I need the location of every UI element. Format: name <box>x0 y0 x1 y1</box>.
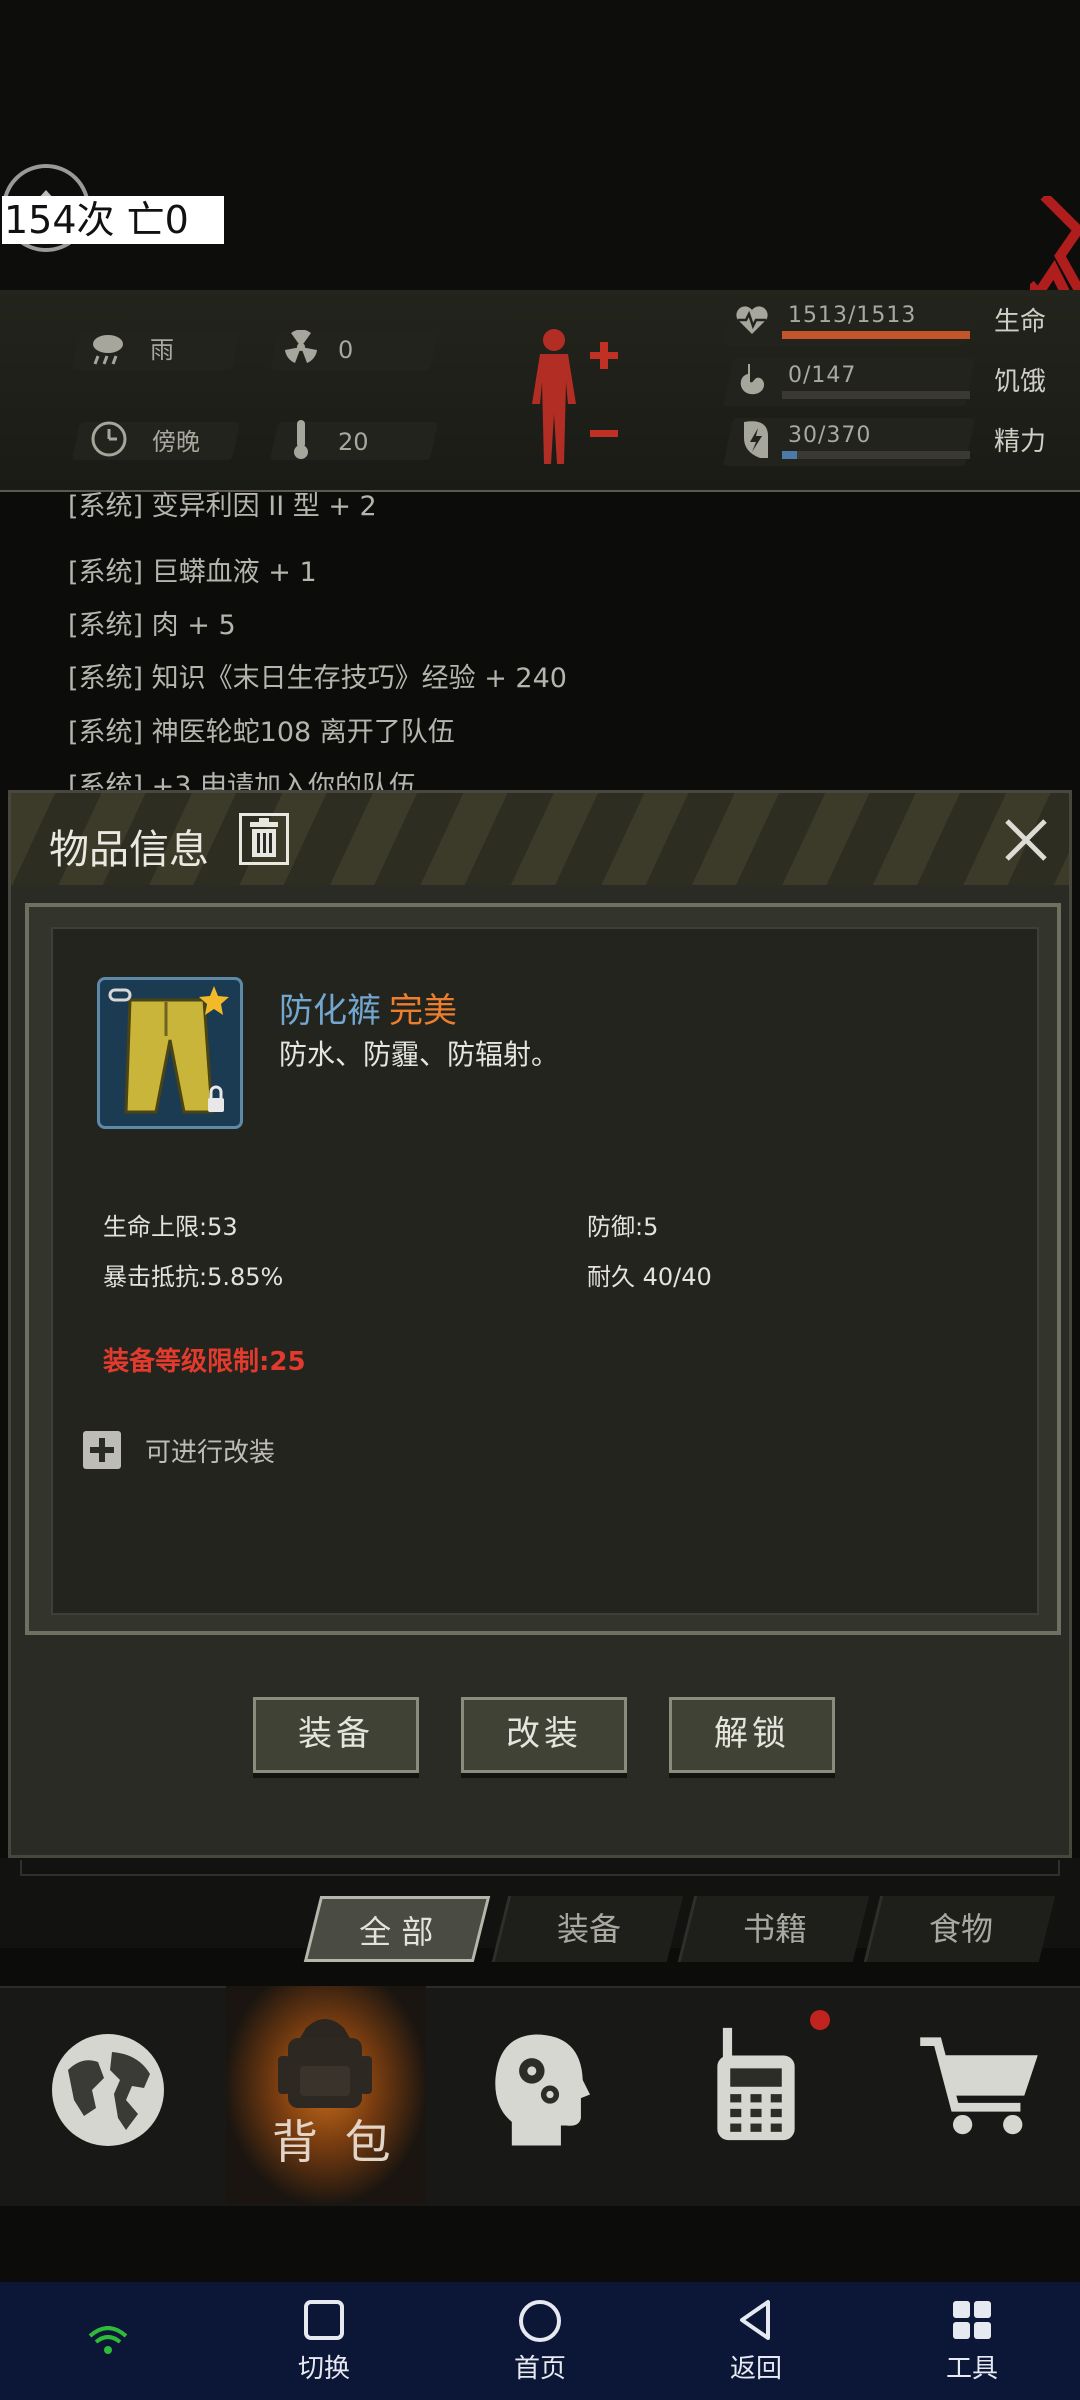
nav-shop[interactable] <box>864 1986 1080 2204</box>
nav-skills[interactable] <box>432 1986 642 2204</box>
weather-label: 雨 <box>150 336 174 364</box>
vital-bar-fill <box>782 331 970 339</box>
stat-durability: 耐久 40/40 <box>587 1263 712 1291</box>
equip-button[interactable]: 装备 <box>253 1697 419 1773</box>
rain-cloud-icon <box>93 335 123 365</box>
walkie-talkie-icon <box>717 2027 795 2141</box>
heartbeat-icon <box>736 306 768 334</box>
wifi-icon <box>88 2326 128 2354</box>
vital-hunger-value: 0/147 <box>788 363 857 388</box>
radiation-value: 0 <box>338 336 354 364</box>
tab-books-label: 书籍 <box>742 1910 807 1948</box>
tab-food[interactable]: 食物 <box>863 1896 1056 1962</box>
modify-hint: 可进行改装 <box>145 1438 276 1468</box>
radiation-icon <box>285 330 317 363</box>
stat-defense: 防御:5 <box>587 1213 659 1241</box>
stomach-icon <box>740 364 765 395</box>
tools-label: 工具 <box>945 2354 998 2384</box>
message-log[interactable]: [系统] 变异利因 II 型 + 2 [系统] 巨蟒血液 + 1 [系统] 肉 … <box>0 490 1080 790</box>
tools-button[interactable]: 工具 <box>912 2298 1032 2390</box>
log-line: [系统] 巨蟒血液 + 1 <box>68 557 317 588</box>
stat-hp-max: 生命上限:53 <box>103 1213 238 1241</box>
trash-icon <box>250 818 278 857</box>
vital-energy-track <box>782 451 970 459</box>
head-gears-icon <box>495 2034 590 2146</box>
thermometer-icon <box>294 420 308 459</box>
clock-icon <box>91 421 127 457</box>
nav-backpack[interactable]: 背 包 <box>226 1986 426 2204</box>
vital-bar-fill <box>782 451 798 459</box>
globe-icon <box>52 2034 164 2146</box>
log-line: [系统] 知识《末日生存技巧》经验 + 240 <box>68 663 567 694</box>
tab-food-label: 食物 <box>928 1910 993 1948</box>
item-card: 防化裤 完美 防水、防霾、防辐射。 生命上限:53 防御:5 暴击抵抗:5.85%… <box>25 903 1061 1635</box>
item-info-dialog: 物品信息 防化裤 完美 防水、防霾、防辐射。 生命上限:53 防御:5 暴击抵抗… <box>8 790 1072 1858</box>
item-quality: 完美 <box>389 991 457 1031</box>
vital-energy-value: 30/370 <box>788 423 872 448</box>
notification-dot <box>810 2010 830 2030</box>
energy-icon <box>744 421 768 458</box>
log-line: [系统] 变异利因 II 型 + 2 <box>68 491 377 522</box>
nav-world-map[interactable] <box>0 1986 220 2204</box>
back-label: 返回 <box>729 2354 782 2384</box>
item-name: 防化裤 <box>279 991 381 1031</box>
unlock-button[interactable]: 解锁 <box>669 1697 835 1773</box>
vital-energy-label: 精力 <box>994 427 1047 457</box>
tab-books[interactable]: 书籍 <box>677 1896 870 1962</box>
switch-label: 切换 <box>297 2354 350 2384</box>
square-icon <box>304 2300 344 2340</box>
stat-crit-resist: 暴击抵抗:5.85% <box>103 1263 284 1291</box>
time-of-day-label: 傍晚 <box>152 428 200 456</box>
log-line: [系统] +3 申请加入你的队伍 <box>68 771 417 790</box>
item-card-inner: 防化裤 完美 防水、防霾、防辐射。 生命上限:53 防御:5 暴击抵抗:5.85%… <box>51 927 1039 1615</box>
nav-radio[interactable] <box>648 1986 858 2204</box>
modify-plus-icon[interactable] <box>83 1431 121 1469</box>
vital-hp-label: 生命 <box>994 307 1047 337</box>
inventory-grid-edge <box>20 1860 1060 1876</box>
backpack-icon <box>278 2019 372 2108</box>
log-line: [系统] 神医轮蛇108 离开了队伍 <box>68 717 455 748</box>
item-name-line: 防化裤 完美 <box>279 983 457 1032</box>
pants-icon <box>108 986 229 1114</box>
plus-icon <box>90 1438 114 1462</box>
item-description: 防水、防霾、防辐射。 <box>279 1038 560 1071</box>
tab-all-label: 全 部 <box>359 1913 434 1951</box>
close-icon[interactable] <box>1001 815 1051 865</box>
back-button[interactable]: 返回 <box>696 2298 816 2390</box>
dialog-title: 物品信息 <box>49 827 209 873</box>
temperature-value: 20 <box>338 428 369 456</box>
switch-button[interactable]: 切换 <box>264 2298 384 2390</box>
discard-button[interactable] <box>239 813 289 865</box>
equip-level-limit: 装备等级限制:25 <box>103 1347 306 1377</box>
vital-hunger-track <box>782 391 970 399</box>
vital-hunger-label: 饥饿 <box>994 367 1047 397</box>
tab-equipment[interactable]: 装备 <box>491 1896 684 1962</box>
grid-icon <box>953 2301 991 2339</box>
vital-hp-track <box>782 331 970 339</box>
circle-home-icon <box>519 2300 561 2342</box>
vital-hp-value: 1513/1513 <box>788 303 917 328</box>
home-label: 首页 <box>513 2354 566 2384</box>
home-button[interactable]: 首页 <box>480 2298 600 2390</box>
tab-all[interactable]: 全 部 <box>303 1896 491 1962</box>
item-icon-frame <box>97 977 243 1129</box>
body-status-icon[interactable] <box>520 326 620 466</box>
log-line: [系统] 肉 + 5 <box>68 610 236 641</box>
back-triangle-icon <box>740 2300 770 2340</box>
tab-equipment-label: 装备 <box>556 1910 621 1948</box>
counter-label: 154次 亡0 <box>2 196 224 244</box>
modify-button[interactable]: 改装 <box>461 1697 627 1773</box>
nav-backpack-label: 背 包 <box>272 2115 397 2169</box>
shopping-cart-icon <box>920 2037 1038 2135</box>
